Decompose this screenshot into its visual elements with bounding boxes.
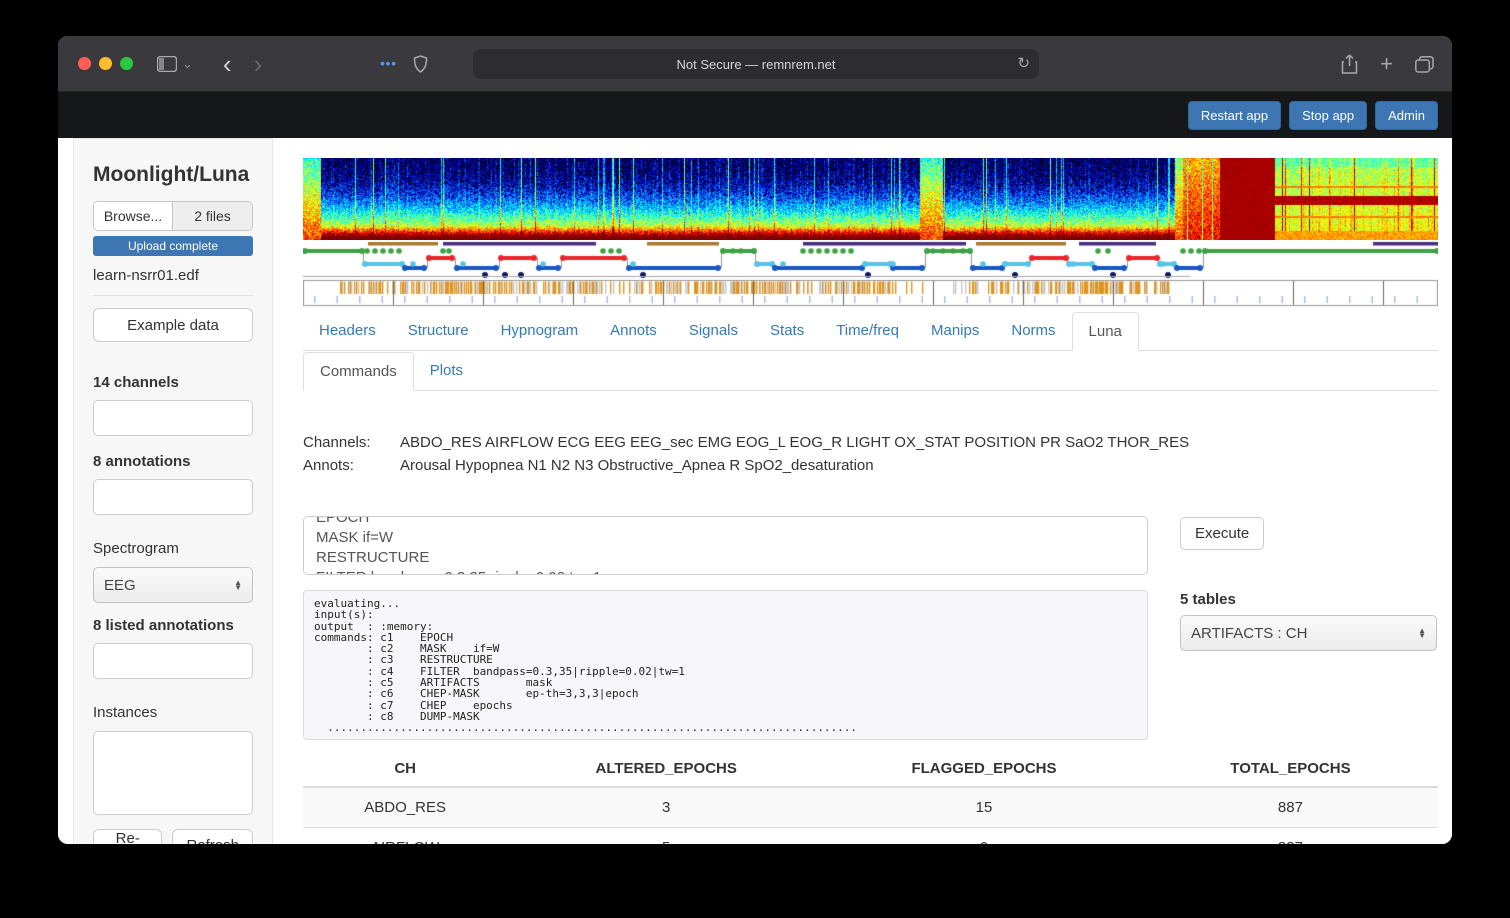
tab-overview-icon[interactable] — [1415, 55, 1434, 73]
cell-altered: 3 — [507, 786, 826, 828]
channels-row-value: ABDO_RES AIRFLOW ECG EEG EEG_sec EMG EOG… — [400, 434, 1190, 451]
results-table: CH ALTERED_EPOCHS FLAGGED_EPOCHS TOTAL_E… — [303, 752, 1438, 844]
restart-app-button[interactable]: Restart app — [1187, 100, 1282, 130]
admin-button[interactable]: Admin — [1375, 100, 1438, 130]
zoom-window-icon[interactable] — [120, 57, 133, 70]
spectrogram-select[interactable]: EEG ▲ ▼ — [93, 567, 253, 603]
annots-row: Annots: Arousal Hypopnea N1 N2 N3 Obstru… — [303, 457, 1189, 474]
cell-ch: ABDO_RES — [303, 786, 508, 828]
table-row: ABDO_RES 3 15 887 — [303, 786, 1438, 828]
close-window-icon[interactable] — [78, 57, 91, 70]
share-icon[interactable] — [1341, 54, 1358, 74]
table-select-value: ARTIFACTS : CH — [1191, 624, 1308, 642]
tab-timefreq[interactable]: Time/freq — [820, 312, 915, 350]
col-header-ch: CH — [303, 752, 508, 788]
channels-row-label: Channels: — [303, 434, 371, 451]
refresh-button[interactable]: Refresh — [172, 829, 253, 844]
tab-group-icon[interactable]: ••• — [380, 56, 397, 71]
annots-row-value: Arousal Hypopnea N1 N2 N3 Obstructive_Ap… — [400, 457, 874, 474]
tab-annots[interactable]: Annots — [594, 312, 673, 350]
file-count-label: 2 files — [173, 202, 252, 230]
subtab-plots[interactable]: Plots — [414, 352, 479, 390]
tab-stats[interactable]: Stats — [754, 312, 820, 350]
upload-progress-bar: Upload complete — [93, 236, 253, 256]
console-output-box: evaluating... input(s): output : :memory… — [303, 590, 1148, 740]
table-row: AIRFLOW 5 0 887 — [303, 827, 1438, 844]
col-header-flagged: FLAGGED_EPOCHS — [825, 752, 1143, 788]
tab-signals[interactable]: Signals — [673, 312, 754, 350]
listed-annotations-label: 8 listed annotations — [93, 617, 234, 634]
tab-luna[interactable]: Luna — [1071, 312, 1139, 351]
app-body: Moonlight/Luna Browse... 2 files Upload … — [58, 138, 1452, 844]
uploaded-file-name: learn-nsrr01.edf — [93, 267, 199, 284]
file-input[interactable]: Browse... 2 files — [93, 201, 253, 231]
execute-button[interactable]: Execute — [1180, 517, 1265, 550]
subtab-commands[interactable]: Commands — [303, 352, 414, 391]
annots-row-label: Annots: — [303, 457, 354, 474]
hypnogram-overview-canvas[interactable] — [303, 241, 1438, 308]
example-data-button[interactable]: Example data — [93, 308, 253, 342]
app-title: Moonlight/Luna — [93, 163, 250, 186]
listed-annotations-input[interactable] — [93, 643, 253, 679]
cell-flagged: 0 — [825, 827, 1143, 844]
select-stepper-icon: ▲ ▼ — [234, 578, 242, 592]
browser-toolbar: ⌄ ‹ › ••• Not Secure — remnrem.net ↻ + — [58, 36, 1452, 92]
overview-plot[interactable] — [303, 158, 1438, 308]
instances-label: Instances — [93, 704, 158, 721]
spectrogram-label: Spectrogram — [93, 540, 179, 557]
tab-structure[interactable]: Structure — [392, 312, 485, 350]
tables-count-label: 5 tables — [1180, 591, 1236, 608]
traffic-lights — [78, 57, 133, 70]
main-tabs: Headers Structure Hypnogram Annots Signa… — [303, 312, 1438, 351]
channels-count-label: 14 channels — [93, 374, 179, 391]
cell-total: 887 — [1142, 786, 1438, 828]
col-header-total: TOTAL_EPOCHS — [1142, 752, 1438, 788]
url-text: Not Secure — remnrem.net — [676, 56, 836, 72]
spectrogram-select-value: EEG — [104, 576, 136, 594]
reload-icon[interactable]: ↻ — [1017, 54, 1030, 72]
table-select[interactable]: ARTIFACTS : CH ▲ ▼ — [1180, 615, 1437, 651]
sidebar-toggle-icon[interactable] — [157, 55, 177, 72]
channels-row: Channels: ABDO_RES AIRFLOW ECG EEG EEG_s… — [303, 434, 1189, 451]
toolbar-right-icons: + — [1341, 36, 1434, 92]
shield-icon[interactable] — [413, 54, 428, 73]
forward-icon[interactable]: › — [254, 51, 263, 77]
tab-norms[interactable]: Norms — [995, 312, 1071, 350]
sidebar-divider — [93, 295, 253, 296]
command-editor[interactable]: EPOCH MASK if=W RESTRUCTURE FILTER bandp… — [303, 516, 1148, 575]
tab-headers[interactable]: Headers — [303, 312, 392, 350]
url-field[interactable]: Not Secure — remnrem.net ↻ — [473, 49, 1039, 79]
console-output-text: evaluating... input(s): output : :memory… — [314, 597, 858, 735]
tab-manips[interactable]: Manips — [915, 312, 995, 350]
spectrogram-canvas[interactable] — [303, 158, 1438, 240]
channels-filter-input[interactable] — [93, 400, 253, 436]
table-header-row: CH ALTERED_EPOCHS FLAGGED_EPOCHS TOTAL_E… — [303, 752, 1438, 788]
annotations-filter-input[interactable] — [93, 479, 253, 515]
cell-ch: AIRFLOW — [303, 827, 508, 844]
back-icon[interactable]: ‹ — [223, 51, 232, 77]
cell-altered: 5 — [507, 827, 826, 844]
select-stepper-icon: ▲ ▼ — [1418, 626, 1426, 640]
new-tab-icon[interactable]: + — [1380, 51, 1393, 77]
browser-window: ⌄ ‹ › ••• Not Secure — remnrem.net ↻ + R… — [58, 36, 1452, 844]
cell-total: 887 — [1142, 827, 1438, 844]
stop-app-button[interactable]: Stop app — [1289, 100, 1368, 130]
re-epoch-button[interactable]: Re-epoch — [93, 829, 163, 844]
app-header: Restart app Stop app Admin — [58, 92, 1452, 138]
command-editor-text: EPOCH MASK if=W RESTRUCTURE FILTER bandp… — [316, 516, 601, 574]
luna-subtabs: Commands Plots — [303, 352, 1438, 391]
main-content: Headers Structure Hypnogram Annots Signa… — [273, 138, 1452, 844]
cell-flagged: 15 — [825, 786, 1143, 828]
chevron-down-icon[interactable]: ⌄ — [182, 56, 193, 72]
tab-hypnogram[interactable]: Hypnogram — [485, 312, 595, 350]
annotations-count-label: 8 annotations — [93, 453, 191, 470]
dataset-info: Channels: ABDO_RES AIRFLOW ECG EEG EEG_s… — [303, 434, 1189, 480]
col-header-altered: ALTERED_EPOCHS — [507, 752, 826, 788]
sidebar: Moonlight/Luna Browse... 2 files Upload … — [73, 138, 273, 844]
browse-button[interactable]: Browse... — [94, 202, 173, 230]
minimize-window-icon[interactable] — [99, 57, 112, 70]
instances-textarea[interactable] — [93, 731, 253, 815]
